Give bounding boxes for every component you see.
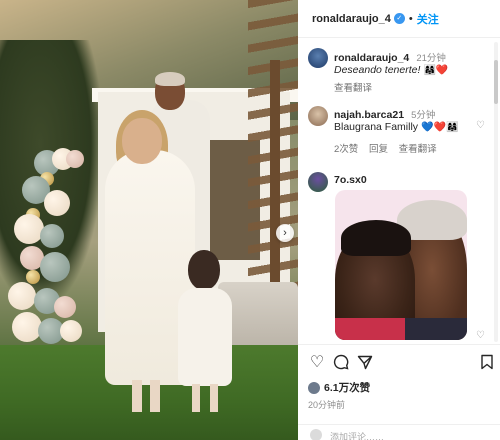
photo-woman-leg — [132, 380, 142, 412]
comment-see-translation[interactable]: 查看翻译 — [399, 144, 437, 155]
caption-see-translation[interactable]: 查看翻译 — [334, 83, 372, 94]
caption-header: ronaldaraujo_4 21分钟 — [334, 50, 446, 64]
follow-button[interactable]: 关注 — [417, 11, 439, 27]
comment-heart-icon[interactable]: ♡ — [476, 330, 486, 341]
balloon — [40, 224, 64, 248]
post-photo[interactable]: › — [0, 0, 298, 440]
comments-scroll-thumb[interactable] — [494, 60, 498, 104]
comment-reply-button[interactable]: 回复 — [369, 144, 388, 155]
avatar — [310, 429, 322, 440]
balloon — [26, 270, 40, 284]
photo-girl-head — [188, 250, 220, 290]
post-header: ronaldaraujo_4 ✓ • 关注 — [298, 0, 500, 38]
add-comment-input[interactable]: 添加评论…… — [330, 430, 384, 440]
caption-time[interactable]: 21分钟 — [416, 53, 446, 64]
photo-girl — [178, 288, 232, 386]
comment-heart-icon[interactable]: ♡ — [476, 120, 486, 131]
comment-emojis: 💙❤️👩‍👩‍👧 — [421, 122, 459, 133]
caption-meta: 查看翻译 — [334, 80, 380, 94]
comment-likes-count[interactable]: 2次赞 — [334, 144, 358, 155]
caption-emojis: 👩‍👩‍👧❤️ — [423, 65, 449, 76]
comment-text-row: Blaugrana Familly 💙❤️👩‍👩‍👧 — [334, 121, 458, 133]
bookmark-icon[interactable] — [478, 354, 496, 372]
balloon — [44, 190, 70, 216]
comment-meta: 2次赞 回复 查看翻译 — [334, 141, 445, 155]
photo-girl-leg — [192, 384, 200, 412]
balloon — [54, 296, 76, 318]
verified-badge-icon: ✓ — [393, 13, 405, 24]
comment-image-shirt — [335, 318, 405, 340]
avatar[interactable] — [308, 48, 328, 68]
balloon — [66, 150, 84, 168]
post-side-panel: ronaldaraujo_4 ✓ • 关注 ronaldaraujo_4 21分… — [298, 0, 500, 440]
add-comment-row — [298, 424, 500, 440]
comment-icon[interactable] — [332, 354, 350, 372]
balloon — [40, 252, 70, 282]
header-username[interactable]: ronaldaraujo_4 — [312, 13, 391, 25]
next-photo-button[interactable]: › — [276, 224, 294, 242]
photo-woman-head — [122, 118, 162, 164]
post-timestamp[interactable]: 20分钟前 — [308, 398, 345, 411]
heart-icon[interactable]: ♡ — [308, 354, 326, 372]
comment-image-hair — [341, 220, 411, 256]
avatar[interactable] — [308, 106, 328, 126]
chevron-right-icon: › — [283, 227, 287, 239]
comment-username[interactable]: najah.barca21 — [334, 109, 404, 121]
comment-image[interactable] — [335, 190, 467, 340]
comment-text: Blaugrana Familly — [334, 121, 419, 133]
caption-text: Deseando tenerte! — [334, 64, 421, 76]
comment-header: 7o.sx0 — [334, 174, 367, 186]
balloon — [14, 214, 44, 244]
likes-avatar — [308, 381, 320, 394]
header-separator: • — [408, 12, 413, 25]
photo-girl-leg — [210, 384, 218, 412]
caption-username[interactable]: ronaldaraujo_4 — [334, 52, 409, 64]
post-likes-count[interactable]: 6.1万次赞 — [324, 380, 370, 395]
send-icon[interactable] — [356, 354, 374, 372]
photo-woman-leg — [150, 380, 160, 412]
comment-time[interactable]: 5分钟 — [411, 110, 435, 121]
comment-username[interactable]: 7o.sx0 — [334, 174, 367, 186]
caption-text-row: Deseando tenerte! 👩‍👩‍👧❤️ — [334, 64, 448, 76]
photo-man-hair — [155, 72, 185, 86]
post-likes[interactable]: 6.1万次赞 — [308, 380, 370, 395]
avatar[interactable] — [308, 172, 328, 192]
balloon — [60, 320, 82, 342]
comment-header: najah.barca21 5分钟 — [334, 107, 435, 121]
comment-image-shirt — [405, 318, 467, 340]
balloon — [8, 282, 36, 310]
